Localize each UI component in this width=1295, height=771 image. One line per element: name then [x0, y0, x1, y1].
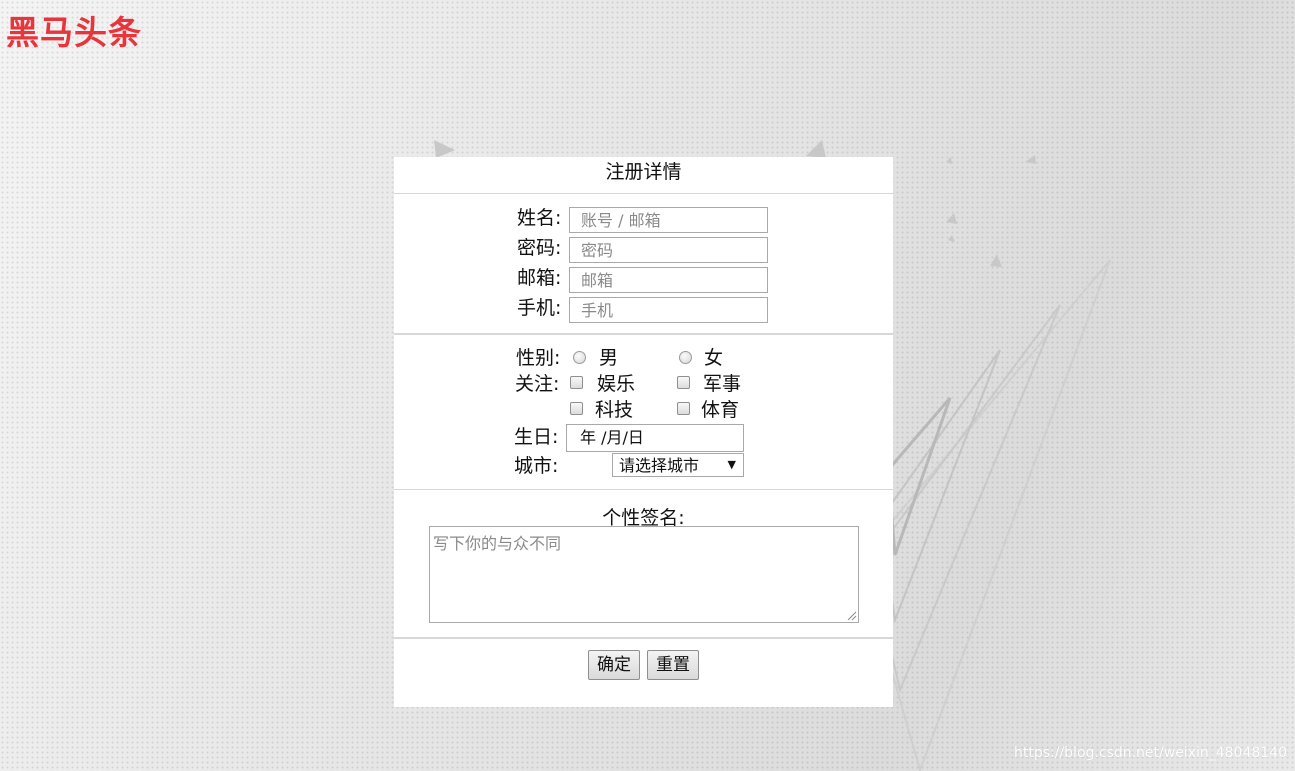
password-input[interactable]: [569, 237, 768, 263]
gender-male-label: 男: [599, 347, 619, 369]
phone-input[interactable]: [569, 297, 768, 323]
city-select[interactable]: 请选择城市 ▼: [612, 453, 744, 477]
resize-grip-icon[interactable]: [845, 609, 857, 621]
reset-button[interactable]: 重置: [647, 650, 699, 680]
divider: [394, 193, 893, 194]
gender-female-radio[interactable]: [679, 351, 692, 364]
interest-sports-checkbox[interactable]: [677, 402, 690, 415]
interest-entertainment-label: 娱乐: [597, 373, 636, 395]
gender-male-radio[interactable]: [573, 351, 586, 364]
form-title: 注册详情: [605, 161, 682, 183]
brand-logo: 黑马头条: [6, 13, 142, 52]
interest-technology-checkbox[interactable]: [570, 402, 583, 415]
name-input[interactable]: [569, 207, 768, 233]
birthday-label: 生日:: [514, 426, 559, 448]
city-label: 城市:: [514, 455, 559, 477]
email-label: 邮箱:: [517, 267, 562, 289]
gender-female-label: 女: [704, 347, 724, 369]
interest-technology-label: 科技: [595, 399, 634, 421]
email-input[interactable]: [569, 267, 768, 293]
name-label: 姓名:: [517, 207, 562, 229]
interest-sports-label: 体育: [701, 399, 740, 421]
divider: [394, 489, 893, 490]
register-form: 注册详情 姓名: 密码: 邮箱: 手机: 性别: 男 女 关注: 娱乐 军事 科…: [394, 157, 893, 707]
birthday-date-input[interactable]: 年 /月/日: [566, 424, 744, 452]
watermark: https://blog.csdn.net/weixin_48048140: [1013, 745, 1287, 761]
gender-label: 性别:: [516, 347, 561, 369]
interest-military-label: 军事: [703, 373, 742, 395]
divider: [394, 637, 893, 639]
signature-textarea[interactable]: [429, 526, 859, 623]
confirm-button[interactable]: 确定: [588, 650, 640, 680]
interest-entertainment-checkbox[interactable]: [570, 376, 583, 389]
interest-military-checkbox[interactable]: [677, 376, 690, 389]
city-select-value: 请选择城市: [619, 456, 700, 475]
interest-label: 关注:: [515, 373, 560, 395]
divider: [394, 333, 893, 335]
phone-label: 手机:: [517, 297, 562, 319]
password-label: 密码:: [517, 237, 562, 259]
dropdown-arrow-icon: ▼: [727, 458, 736, 471]
